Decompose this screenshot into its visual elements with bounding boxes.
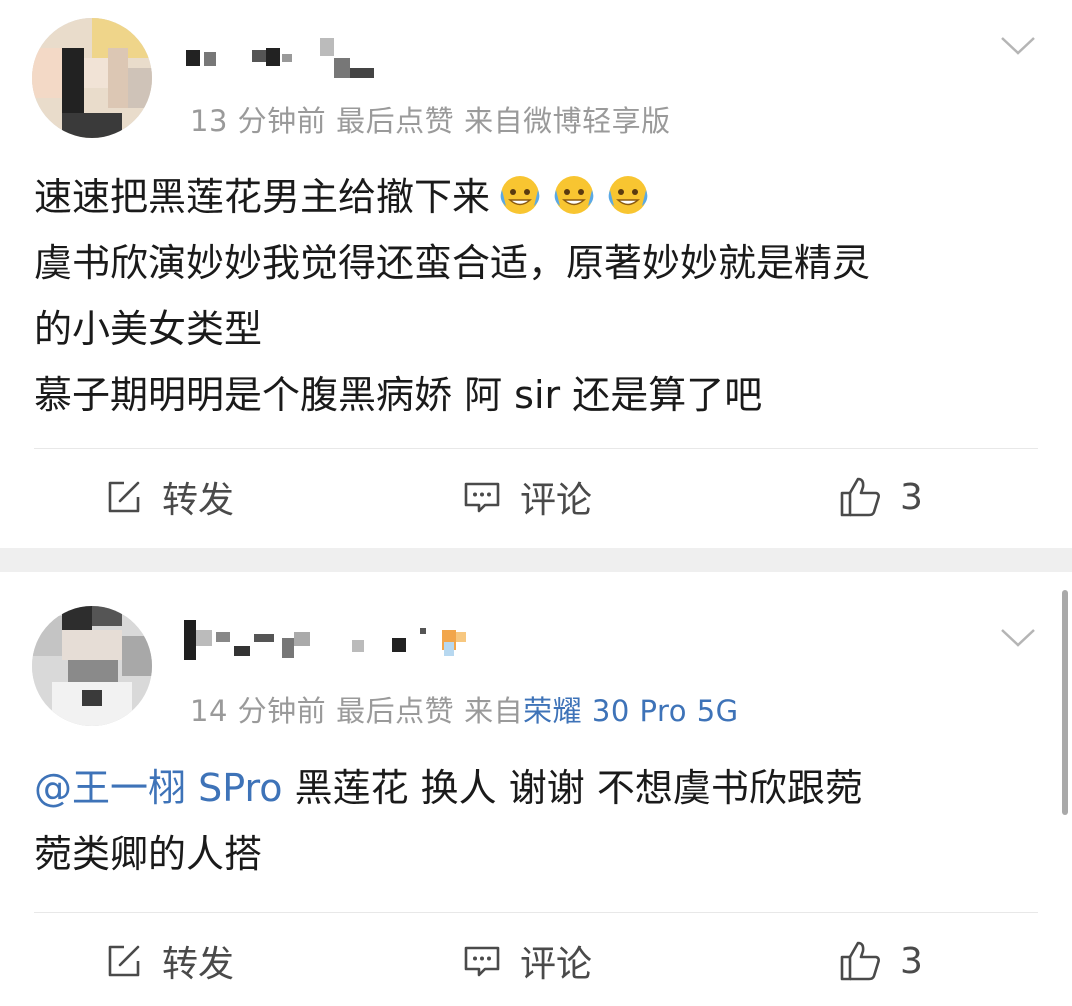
post-content[interactable]: 速速把黑莲花男主给撤下来 虞书欣演妙妙我觉得还蛮合适，原著妙妙就是精灵 的小美女…	[34, 164, 1044, 428]
post-meta: 13 分钟前 最后点赞 来自微博轻享版	[190, 98, 681, 140]
avatar[interactable]	[32, 18, 152, 138]
post-source-prefix: 来自	[464, 694, 524, 728]
post-content[interactable]: @王一栩 SPro 黑莲花 换人 谢谢 不想虞书欣跟菀 菀类卿的人搭	[34, 755, 1044, 887]
post-time: 13 分钟前	[190, 104, 327, 138]
post-actions: 转发 评论 3	[0, 916, 1072, 1006]
divider	[34, 912, 1038, 913]
username-blurred[interactable]	[182, 610, 502, 660]
blurred-avatar-image	[32, 18, 152, 138]
like-button[interactable]: 3	[838, 452, 923, 542]
post-time: 14 分钟前	[190, 694, 327, 728]
avatar[interactable]	[32, 606, 152, 726]
content-line: 菀类卿的人搭	[34, 832, 263, 876]
like-button[interactable]: 3	[838, 916, 923, 1006]
post-source-link[interactable]: 荣耀 30 Pro 5G	[523, 694, 739, 728]
repost-button[interactable]: 转发	[104, 916, 234, 1006]
like-count: 3	[900, 476, 923, 518]
like-icon	[840, 477, 880, 517]
feed-post[interactable]: 13 分钟前 最后点赞 来自微博轻享版 速速把黑莲花男主给撤下来 虞书欣演妙妙我觉得…	[0, 0, 1072, 548]
comment-button[interactable]: 评论	[462, 452, 592, 542]
content-line: 虞书欣演妙妙我觉得还蛮合适，原著妙妙就是精灵	[34, 241, 871, 285]
scrollbar[interactable]	[1062, 590, 1068, 815]
post-source: 来自微博轻享版	[464, 104, 671, 138]
repost-label: 转发	[162, 480, 235, 521]
repost-icon	[108, 945, 140, 977]
comment-button[interactable]: 评论	[462, 916, 592, 1006]
grin-sweat-emoji	[554, 176, 594, 214]
comment-label: 评论	[520, 944, 593, 985]
comment-icon	[464, 482, 500, 513]
content-line: @王一栩 SPro 黑莲花 换人 谢谢 不想虞书欣跟菀	[34, 766, 863, 810]
repost-icon	[108, 481, 140, 513]
like-icon	[840, 941, 880, 981]
last-liked-label: 最后点赞	[336, 104, 455, 138]
repost-label: 转发	[162, 944, 235, 985]
feed-post[interactable]: 14 分钟前 最后点赞 来自荣耀 30 Pro 5G @王一栩 SPro 黑莲花 换…	[0, 572, 1072, 997]
grin-sweat-emoji	[500, 176, 540, 214]
user-mention-link[interactable]: @王一栩 SPro	[34, 766, 283, 810]
chevron-down-icon[interactable]	[1000, 36, 1036, 56]
post-separator	[0, 548, 1072, 572]
content-line: 慕子期明明是个腹黑病娇 阿 sir 还是算了吧	[34, 373, 763, 417]
chevron-down-icon[interactable]	[1000, 628, 1036, 648]
post-meta: 14 分钟前 最后点赞 来自荣耀 30 Pro 5G	[190, 688, 739, 730]
repost-button[interactable]: 转发	[104, 452, 234, 542]
like-count: 3	[900, 940, 923, 982]
username-blurred[interactable]	[182, 30, 502, 80]
grin-sweat-emoji	[608, 176, 648, 214]
last-liked-label: 最后点赞	[336, 694, 455, 728]
blurred-avatar-image	[32, 606, 152, 726]
content-line: 速速把黑莲花男主给撤下来	[34, 164, 1044, 230]
comment-icon	[464, 946, 500, 977]
divider	[34, 448, 1038, 449]
content-line: 的小美女类型	[34, 307, 263, 351]
post-actions: 转发 评论 3	[0, 452, 1072, 542]
comment-label: 评论	[520, 480, 593, 521]
